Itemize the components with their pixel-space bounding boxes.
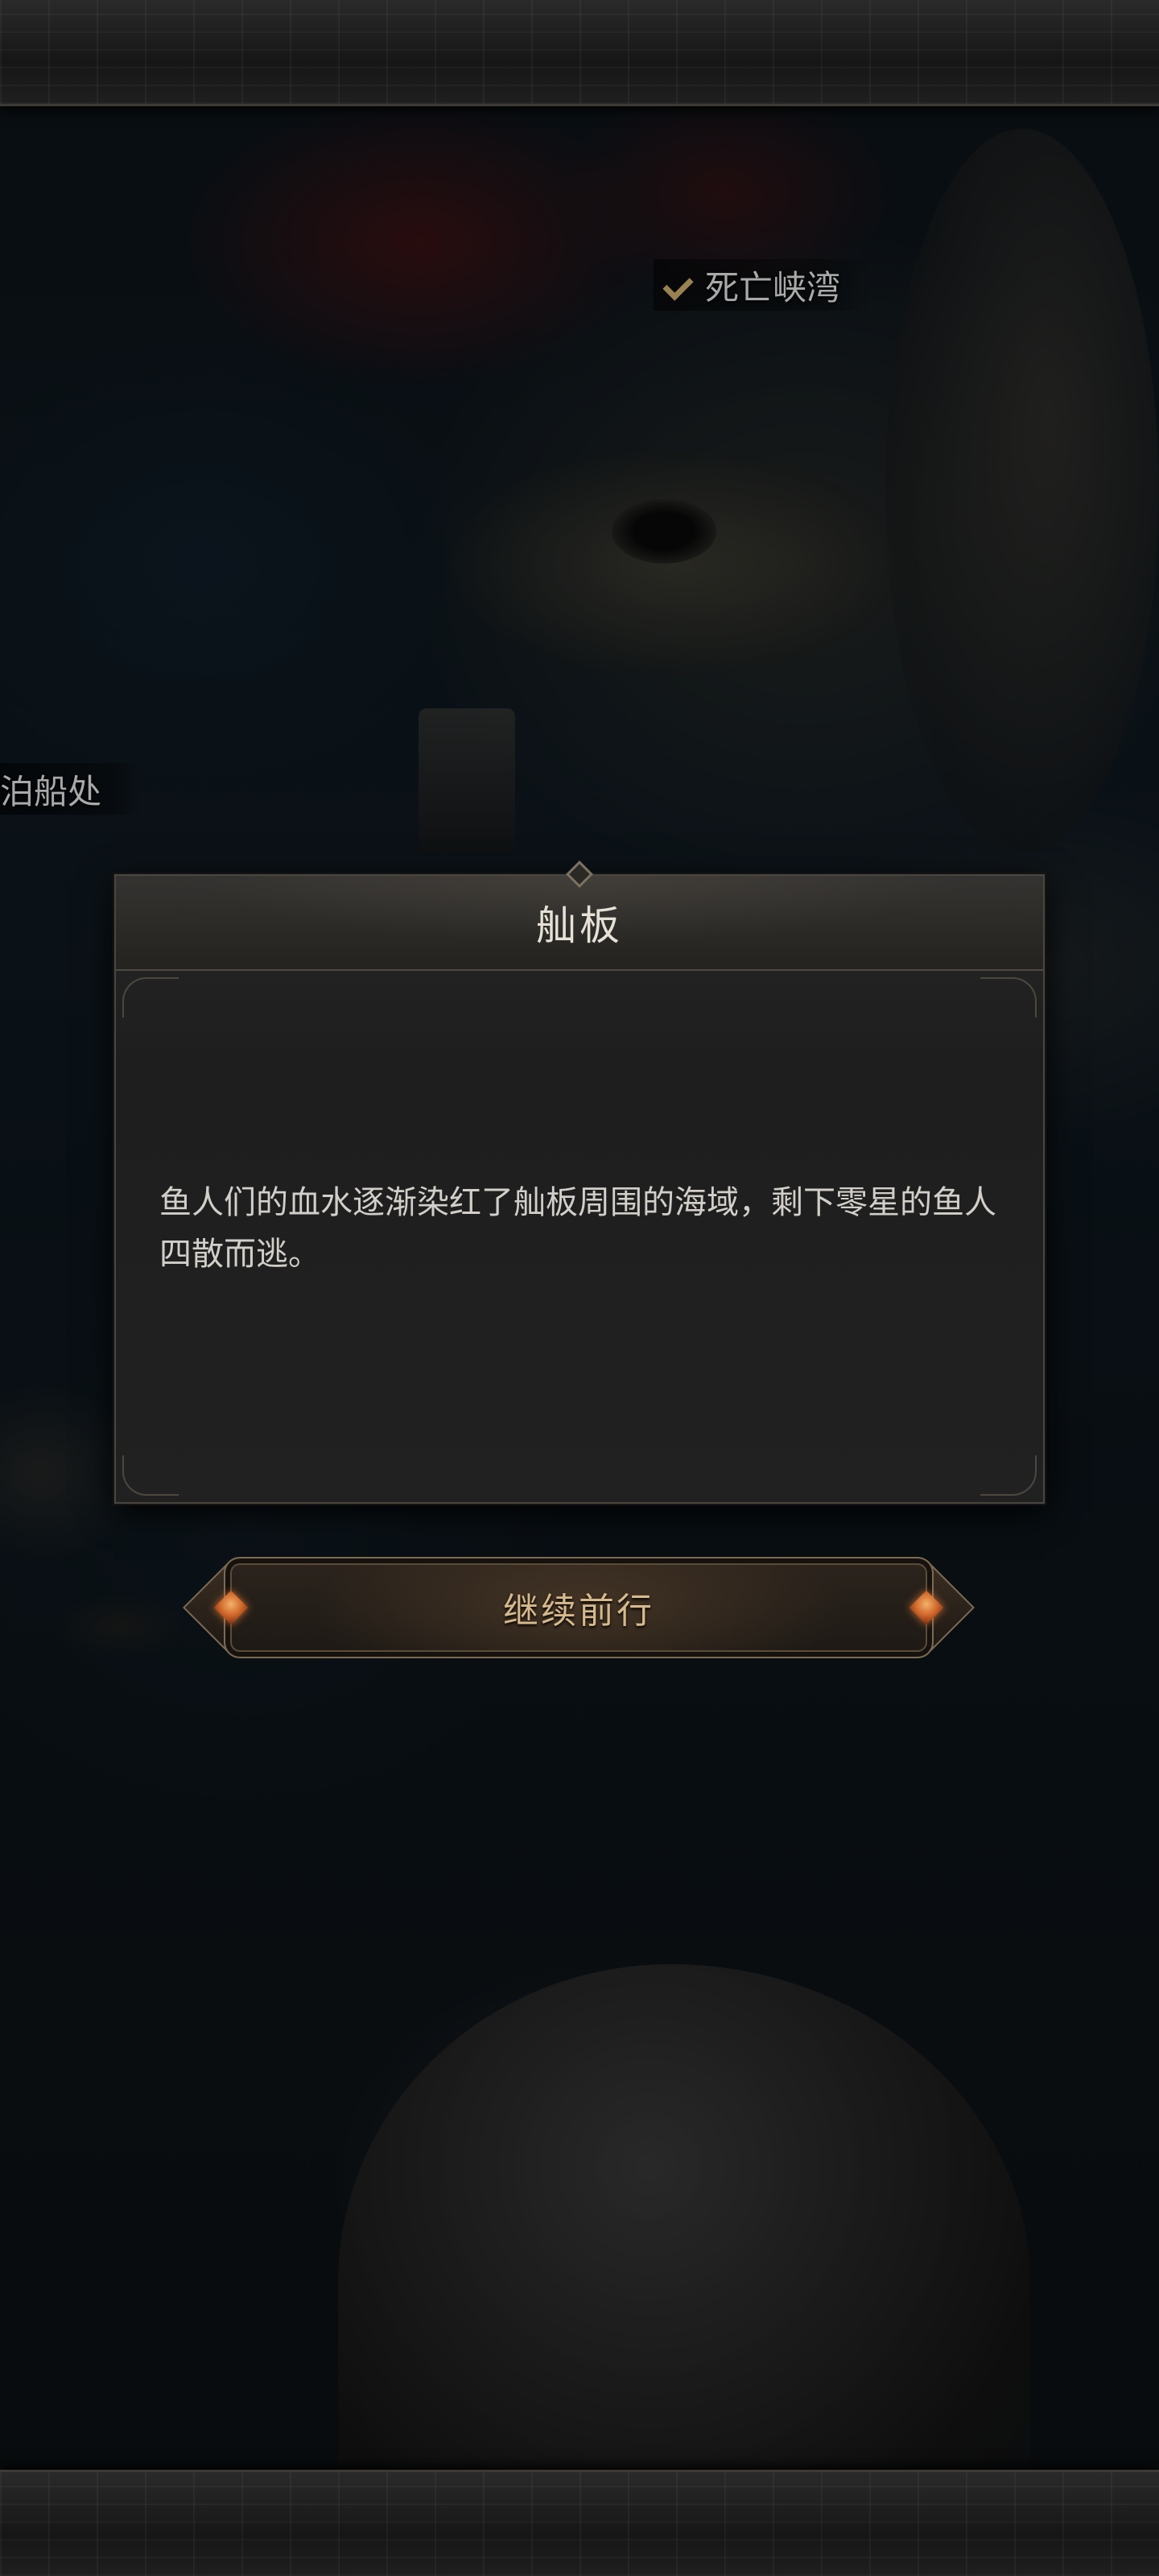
corner-ornament-icon [980,1455,1037,1496]
continue-button[interactable]: 继续前行 [180,1557,977,1658]
corner-ornament-icon [122,977,179,1018]
bottom-frame [0,2470,1159,2576]
game-screen: 死亡峡湾 泊船处 舢板 鱼人们的血水逐渐染红了舢板周围的海域，剩下零星的鱼人四散… [0,0,1159,2576]
continue-button-label: 继续前行 [503,1591,654,1632]
event-dialog: 舢板 鱼人们的血水逐渐染红了舢板周围的海域，剩下零星的鱼人四散而逃。 [114,861,1045,1504]
check-icon [662,267,697,303]
dialog-header: 舢板 [116,861,1043,971]
dialog-body-text: 鱼人们的血水逐渐染红了舢板周围的海域，剩下零星的鱼人四散而逃。 [159,1184,996,1273]
map-location-moorage[interactable]: 泊船处 [0,763,142,815]
corner-ornament-icon [122,1455,179,1496]
top-frame [0,0,1159,106]
map-location-label: 死亡峡湾 [705,267,841,308]
dialog-title: 舢板 [536,902,623,949]
map-location-death-bay[interactable]: 死亡峡湾 [654,259,873,311]
corner-ornament-icon [980,977,1037,1018]
map-location-label: 泊船处 [0,771,102,811]
